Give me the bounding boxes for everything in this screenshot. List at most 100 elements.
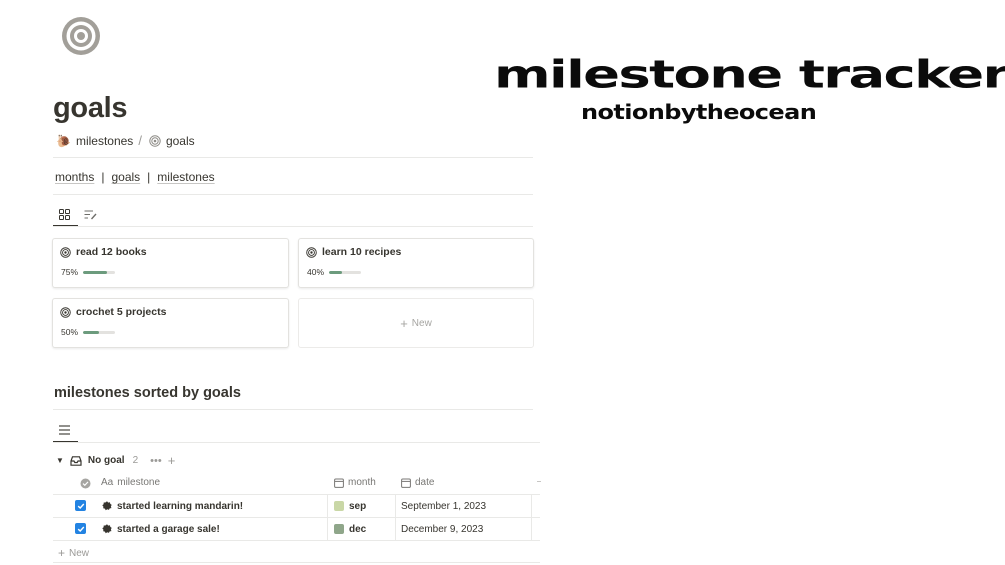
- checkbox[interactable]: [75, 500, 86, 511]
- breadcrumb-label: goals: [165, 133, 195, 148]
- table-row-checkbox[interactable]: [75, 500, 86, 511]
- column-divider: [531, 495, 532, 541]
- month-label: dec: [349, 523, 367, 535]
- plus-icon: +: [400, 315, 408, 331]
- card-title-text: learn 10 recipes: [322, 246, 402, 258]
- target-icon[interactable]: [60, 15, 102, 57]
- badge-icon: [102, 524, 112, 534]
- new-card-button[interactable]: + New: [298, 298, 534, 348]
- text-type-icon: Aa: [101, 477, 114, 488]
- breadcrumb-separator: /: [138, 133, 142, 148]
- target-icon: [60, 306, 71, 318]
- column-label: month: [348, 477, 376, 488]
- card-progress: 75%: [61, 267, 116, 277]
- row-divider: [53, 562, 540, 563]
- column-header-overflow: [537, 481, 541, 482]
- column-header-month[interactable]: month: [334, 477, 376, 488]
- table-row-date[interactable]: September 1, 2023: [401, 500, 486, 512]
- month-page-icon: [334, 524, 344, 534]
- section-title: milestones sorted by goals: [54, 385, 241, 401]
- gallery-card[interactable]: crochet 5 projects 50%: [52, 298, 289, 348]
- table-row-month[interactable]: dec: [334, 523, 366, 535]
- more-icon[interactable]: •••: [150, 455, 162, 467]
- snail-icon: 🐌: [56, 133, 71, 148]
- link-months[interactable]: months: [55, 170, 94, 184]
- target-icon: [149, 134, 161, 147]
- sorted-list-view-icon: [84, 210, 96, 219]
- calendar-icon: [401, 478, 411, 488]
- column-label: milestone: [117, 477, 161, 488]
- plus-icon[interactable]: +: [168, 453, 176, 468]
- progress-label: 50%: [61, 327, 79, 337]
- divider: [53, 157, 533, 158]
- group-header: ▼ No goal 2 ••• +: [56, 453, 175, 468]
- column-divider: [327, 495, 328, 541]
- breadcrumb-label: milestones: [75, 133, 134, 148]
- table-row-month[interactable]: sep: [334, 500, 366, 512]
- row-divider: [53, 517, 540, 518]
- column-header-date[interactable]: date: [401, 477, 434, 488]
- card-title: crochet 5 projects: [60, 306, 166, 318]
- link-milestones[interactable]: milestones: [157, 170, 214, 184]
- progress-bar-fill: [83, 330, 100, 334]
- divider: [53, 442, 540, 443]
- banner-title: milestone tracker: [494, 53, 1005, 97]
- month-page-icon: [334, 501, 344, 511]
- inbox-icon: [70, 455, 82, 466]
- checkbox-column-icon: [80, 478, 91, 489]
- progress-bar-fill: [329, 270, 342, 274]
- new-row-label: New: [69, 547, 90, 559]
- badge-icon: [102, 501, 112, 511]
- page-title: goals: [53, 92, 128, 124]
- calendar-icon: [334, 478, 344, 488]
- milestone-name: started learning mandarin!: [117, 500, 244, 512]
- divider: [53, 409, 533, 410]
- progress-label: 40%: [307, 267, 325, 277]
- row-divider: [53, 494, 540, 495]
- column-divider: [395, 495, 396, 541]
- breadcrumb: 🐌 milestones / goals: [56, 133, 195, 148]
- gallery-card[interactable]: read 12 books 75%: [52, 238, 289, 288]
- tab-gallery-view[interactable]: [54, 204, 74, 224]
- divider: [53, 226, 533, 227]
- new-row-button[interactable]: + New: [58, 546, 89, 560]
- gallery-view-icon: [58, 208, 70, 220]
- link-nav: months | goals | milestones: [55, 170, 215, 184]
- link-separator: |: [101, 170, 105, 184]
- check-icon: [77, 503, 84, 509]
- column-label: date: [415, 477, 435, 488]
- tab-sorted-view[interactable]: [80, 204, 100, 224]
- link-goals[interactable]: goals: [111, 170, 140, 184]
- progress-bar: [83, 270, 116, 274]
- table-row-title[interactable]: started learning mandarin!: [102, 500, 243, 512]
- target-icon: [306, 246, 317, 258]
- progress-label: 75%: [61, 267, 79, 277]
- plus-icon: +: [58, 546, 66, 560]
- checkbox[interactable]: [75, 523, 86, 534]
- new-card-label: New: [411, 317, 432, 329]
- link-separator: |: [147, 170, 151, 184]
- group-count: 2: [132, 455, 139, 466]
- card-title: learn 10 recipes: [306, 246, 401, 258]
- divider: [53, 194, 533, 195]
- table-row-date[interactable]: December 9, 2023: [401, 523, 483, 535]
- breadcrumb-item-milestones[interactable]: 🐌 milestones: [56, 134, 133, 148]
- banner-subtitle: notionbytheocean: [581, 100, 817, 124]
- tab-list-view[interactable]: [54, 420, 74, 440]
- card-progress: 50%: [61, 327, 116, 337]
- card-title-text: read 12 books: [76, 246, 147, 258]
- month-label: sep: [349, 500, 367, 512]
- group-name: No goal: [87, 455, 125, 466]
- table-row-checkbox[interactable]: [75, 523, 86, 534]
- progress-bar: [329, 270, 362, 274]
- caret-down-icon[interactable]: ▼: [56, 456, 64, 465]
- progress-bar-fill: [83, 270, 108, 274]
- card-progress: 40%: [307, 267, 362, 277]
- column-header-milestone[interactable]: Aa milestone: [101, 477, 160, 488]
- check-icon: [77, 526, 84, 532]
- breadcrumb-item-goals[interactable]: goals: [149, 134, 195, 148]
- gallery-card[interactable]: learn 10 recipes 40%: [298, 238, 534, 288]
- table-row-title[interactable]: started a garage sale!: [102, 523, 220, 535]
- milestone-name: started a garage sale!: [117, 523, 220, 535]
- target-icon: [60, 246, 71, 258]
